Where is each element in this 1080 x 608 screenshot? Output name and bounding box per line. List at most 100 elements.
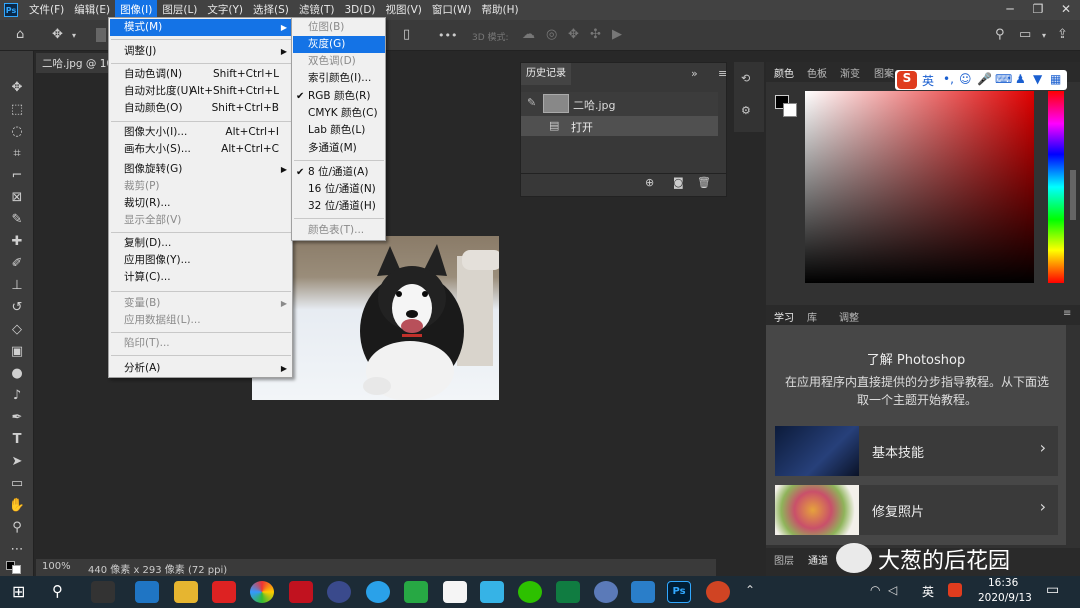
- mode-grayscale[interactable]: 灰度(G): [293, 36, 385, 53]
- tab-history[interactable]: 历史记录: [521, 63, 571, 85]
- mode-8bit[interactable]: ✔ 8 位/通道(A): [293, 164, 385, 181]
- menu-item-adjustments[interactable]: 调整(J) ▶: [110, 43, 291, 60]
- close-button[interactable]: ✕: [1052, 0, 1080, 20]
- chevron-down-icon[interactable]: ▾: [1042, 31, 1046, 40]
- menu-item-mode[interactable]: 模式(M) ▶: [110, 19, 291, 36]
- collapse-icon[interactable]: »: [691, 67, 698, 80]
- wechat-icon[interactable]: [518, 581, 542, 603]
- pen-tool-icon[interactable]: ✒: [7, 409, 27, 427]
- history-brush-icon[interactable]: ↺: [7, 299, 27, 317]
- r-icon[interactable]: [594, 581, 618, 603]
- auto-select-icon[interactable]: [96, 28, 106, 42]
- browser-icon[interactable]: [366, 581, 390, 603]
- marquee-tool-icon[interactable]: ⬚: [7, 101, 27, 119]
- zoom-level[interactable]: 100%: [42, 561, 71, 572]
- stamp-tool-icon[interactable]: ⊥: [7, 277, 27, 295]
- menu-view[interactable]: 视图(V): [381, 0, 427, 20]
- share-icon[interactable]: ⇪: [1057, 27, 1068, 42]
- more-options-button[interactable]: •••: [438, 29, 457, 42]
- app-icon-3[interactable]: [404, 581, 428, 603]
- excel-icon[interactable]: [556, 581, 580, 603]
- app-icon-1[interactable]: [91, 581, 115, 603]
- photoshop-taskbar-icon[interactable]: Ps: [667, 581, 691, 603]
- lasso-tool-icon[interactable]: ◌: [7, 123, 27, 141]
- tutorial-card-fix-photos[interactable]: 修复照片 ›: [775, 485, 1058, 535]
- menu-item-canvas-size[interactable]: 画布大小(S)... Alt+Ctrl+C: [110, 141, 291, 158]
- folder-icon[interactable]: [174, 581, 198, 603]
- tab-channels[interactable]: 通道: [808, 552, 828, 567]
- search-icon[interactable]: ⚲: [995, 27, 1005, 42]
- tab-patterns[interactable]: 图案: [874, 65, 894, 80]
- camera-icon[interactable]: ◙: [673, 176, 684, 189]
- mode-indexed-color[interactable]: 索引颜色(I)...: [293, 70, 385, 87]
- color-picker-field[interactable]: [805, 91, 1034, 283]
- menu-item-trim[interactable]: 裁切(R)...: [110, 195, 291, 212]
- hue-slider[interactable]: [1048, 91, 1064, 283]
- app-icon-2[interactable]: [212, 581, 236, 603]
- chevron-up-icon[interactable]: ⌃: [745, 583, 755, 597]
- notes-icon[interactable]: [443, 581, 467, 603]
- clock-time[interactable]: 16:36: [988, 577, 1018, 589]
- frame-tool-icon[interactable]: ⊠: [7, 189, 27, 207]
- brush-tool-icon[interactable]: ✐: [7, 255, 27, 273]
- menu-item-analysis[interactable]: 分析(A) ▶: [110, 360, 291, 377]
- menu-help[interactable]: 帮助(H): [477, 0, 524, 20]
- restore-button[interactable]: ❐: [1024, 0, 1052, 20]
- vpn-icon[interactable]: [327, 581, 351, 603]
- move-tool-icon[interactable]: ✥: [52, 27, 63, 42]
- menu-item-image-size[interactable]: 图像大小(I)... Alt+Ctrl+I: [110, 124, 291, 141]
- mode-multichannel[interactable]: 多通道(M): [293, 140, 385, 157]
- mode-32bit[interactable]: 32 位/通道(H): [293, 198, 385, 215]
- tab-learn[interactable]: 学习: [774, 309, 794, 324]
- background-color-chip[interactable]: [783, 103, 797, 117]
- menu-item-apply-image[interactable]: 应用图像(Y)...: [110, 252, 291, 269]
- ime-indicator[interactable]: 英: [922, 583, 934, 600]
- eyedropper-tool-icon[interactable]: ✎: [7, 211, 27, 229]
- panel-menu-icon[interactable]: ≡: [718, 67, 727, 80]
- document-info[interactable]: 440 像素 x 293 像素 (72 ppi): [88, 561, 227, 576]
- menu-file[interactable]: 文件(F): [24, 0, 69, 20]
- path-select-icon[interactable]: ➤: [7, 453, 27, 471]
- menu-item-auto-tone[interactable]: 自动色调(N) Shift+Ctrl+L: [110, 66, 291, 83]
- menu-item-duplicate[interactable]: 复制(D)...: [110, 235, 291, 252]
- menu-window[interactable]: 窗口(W): [427, 0, 477, 20]
- mode-16bit[interactable]: 16 位/通道(N): [293, 181, 385, 198]
- menu-item-image-rotation[interactable]: 图像旋转(G) ▶: [110, 161, 291, 178]
- tab-adjustments[interactable]: 调整: [839, 309, 859, 324]
- search-icon[interactable]: ⚲: [52, 582, 63, 600]
- eraser-tool-icon[interactable]: ◇: [7, 321, 27, 339]
- tab-gradients[interactable]: 渐变: [840, 65, 860, 80]
- photos-icon[interactable]: [631, 581, 655, 603]
- powerpoint-icon[interactable]: [706, 581, 730, 603]
- chrome-icon[interactable]: [250, 581, 274, 603]
- tab-libraries[interactable]: 库: [807, 309, 817, 324]
- blur-tool-icon[interactable]: ●: [7, 365, 27, 383]
- menu-item-auto-contrast[interactable]: 自动对比度(U) Alt+Shift+Ctrl+L: [110, 83, 291, 100]
- notification-icon[interactable]: ▭: [1046, 582, 1059, 598]
- align-icon[interactable]: ▯: [403, 27, 410, 42]
- ime-lang[interactable]: 英: [922, 72, 934, 89]
- sogou-tray-icon[interactable]: [948, 583, 962, 597]
- chevron-down-icon[interactable]: ▾: [72, 31, 76, 40]
- pdf-icon[interactable]: [289, 581, 313, 603]
- move-tool-icon[interactable]: ✥: [7, 79, 27, 97]
- wifi-icon[interactable]: ◠: [870, 583, 880, 597]
- volume-icon[interactable]: ◁: [888, 583, 897, 597]
- tab-swatches[interactable]: 色板: [807, 65, 827, 80]
- hand-tool-icon[interactable]: ✋: [7, 497, 27, 515]
- trash-icon[interactable]: 🗑: [697, 176, 711, 189]
- zoom-tool-icon[interactable]: ⚲: [7, 519, 27, 537]
- new-document-from-state-icon[interactable]: ⊕: [645, 176, 654, 189]
- panel-menu-icon[interactable]: ≡: [1063, 308, 1071, 319]
- dodge-tool-icon[interactable]: ♪: [7, 387, 27, 405]
- history-snapshot-row[interactable]: ✎ 二哈.jpg: [521, 92, 718, 116]
- windows-start-icon[interactable]: ⊞: [12, 582, 25, 601]
- mode-rgb[interactable]: ✔ RGB 颜色(R): [293, 88, 385, 105]
- healing-brush-icon[interactable]: ✚: [7, 233, 27, 251]
- menu-item-calculations[interactable]: 计算(C)...: [110, 269, 291, 286]
- mode-cmyk[interactable]: CMYK 颜色(C): [293, 105, 385, 122]
- crop-tool-icon[interactable]: ⌐: [7, 167, 27, 185]
- rectangle-tool-icon[interactable]: ▭: [7, 475, 27, 493]
- history-step-row[interactable]: ▤ 打开: [521, 116, 718, 136]
- gradient-tool-icon[interactable]: ▣: [7, 343, 27, 361]
